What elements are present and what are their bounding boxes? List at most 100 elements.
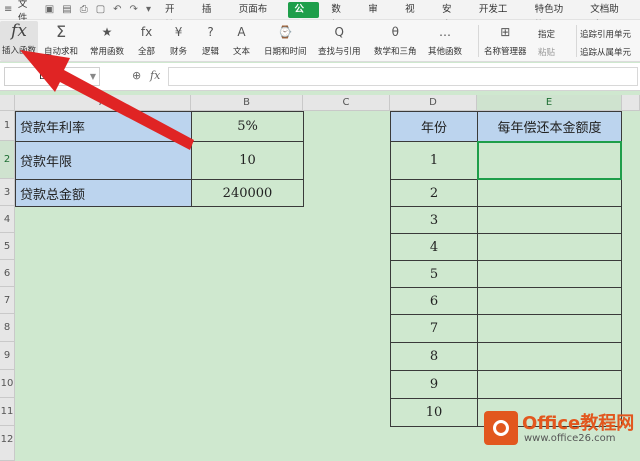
preview-icon[interactable]: ▢ — [96, 4, 105, 15]
yuan-icon: ¥ — [174, 25, 183, 39]
row-header[interactable]: 4 — [0, 206, 15, 233]
row-header[interactable]: 1 — [0, 111, 15, 141]
cell-e8[interactable] — [477, 314, 622, 343]
cell-d7[interactable]: 6 — [390, 287, 478, 315]
cell-d6[interactable]: 5 — [390, 260, 478, 288]
define-name-button[interactable]: 指定 — [538, 28, 555, 40]
cell-b2[interactable]: 10 — [191, 141, 304, 180]
undo-icon[interactable]: ↶ — [113, 4, 121, 15]
date-time-button[interactable]: ⌚ 日期和时间 — [264, 22, 307, 57]
tab-page-layout[interactable]: 页面布局 — [233, 2, 283, 31]
column-header-f[interactable] — [622, 95, 640, 111]
cell-a2[interactable]: 贷款年限 — [15, 141, 192, 180]
row-header[interactable]: 2 — [0, 141, 15, 179]
cell-b3[interactable]: 240000 — [191, 179, 304, 207]
row-header[interactable]: 3 — [0, 179, 15, 206]
chevron-down-icon[interactable]: ▼ — [90, 68, 96, 85]
tab-special[interactable]: 特色功能 — [529, 2, 579, 31]
tab-data[interactable]: 数据 — [325, 2, 356, 31]
column-header-e[interactable]: E — [477, 95, 622, 111]
cell-d4[interactable]: 3 — [390, 206, 478, 234]
date-time-label: 日期和时间 — [264, 47, 307, 57]
tab-doc-assistant[interactable]: 文档助手 — [584, 2, 634, 31]
question-icon: ? — [207, 25, 214, 39]
all-functions-button[interactable]: fx 全部 — [138, 22, 155, 57]
magnifier-icon[interactable]: ⊕ — [132, 69, 141, 82]
paste-name-button[interactable]: 粘贴 — [538, 46, 555, 58]
row-header[interactable]: 12 — [0, 426, 15, 461]
cell-d1[interactable]: 年份 — [390, 111, 478, 142]
tab-developer[interactable]: 开发工具 — [473, 2, 523, 31]
trace-precedents-button[interactable]: 追踪引用单元 — [580, 28, 631, 40]
row-header[interactable]: 6 — [0, 260, 15, 287]
cell-a1[interactable]: 贷款年利率 — [15, 111, 192, 142]
fx-icon[interactable]: fx — [150, 69, 160, 82]
cell-d8[interactable]: 7 — [390, 314, 478, 343]
select-all-corner[interactable] — [0, 95, 15, 111]
logical-button[interactable]: ? 逻辑 — [202, 22, 219, 57]
column-header-b[interactable]: B — [191, 95, 303, 111]
column-header-d[interactable]: D — [390, 95, 477, 111]
cell-d2[interactable]: 1 — [390, 141, 478, 180]
common-functions-label: 常用函数 — [90, 47, 125, 57]
name-box[interactable]: E2 ▼ — [4, 67, 100, 86]
formula-input[interactable] — [168, 67, 638, 86]
tab-security[interactable]: 安全 — [436, 2, 467, 31]
column-header-c[interactable]: C — [303, 95, 390, 111]
text-button[interactable]: A 文本 — [233, 22, 250, 57]
row-header[interactable]: 5 — [0, 233, 15, 260]
cell-e4[interactable] — [477, 206, 622, 234]
text-a-icon: A — [237, 25, 246, 39]
sigma-icon: Σ — [55, 22, 67, 41]
ribbon-divider — [478, 25, 479, 57]
name-manager-button[interactable]: ⊞ 名称管理器 — [484, 22, 527, 57]
insert-function-button[interactable]: fx 插入函数 — [0, 21, 38, 61]
ribbon-divider — [576, 25, 577, 57]
cell-d9[interactable]: 8 — [390, 342, 478, 371]
row-header[interactable]: 8 — [0, 314, 15, 342]
row-header[interactable]: 11 — [0, 398, 15, 426]
cell-e5[interactable] — [477, 233, 622, 261]
tab-home[interactable]: 开始 — [159, 2, 190, 31]
cell-e10[interactable] — [477, 370, 622, 399]
cell-d10[interactable]: 9 — [390, 370, 478, 399]
export-icon[interactable]: ▤ — [62, 4, 71, 15]
tab-review[interactable]: 审阅 — [362, 2, 393, 31]
autosum-button[interactable]: Σ 自动求和 — [44, 22, 78, 57]
menu-bar: ≡ 文件 ▣ ▤ ⎙ ▢ ↶ ↷ ▾ 开始 插入 页面布局 公式 数据 审阅 视… — [0, 0, 640, 31]
cell-a3[interactable]: 贷款总金额 — [15, 179, 192, 207]
logical-label: 逻辑 — [202, 47, 220, 57]
financial-button[interactable]: ¥ 财务 — [170, 22, 187, 57]
other-functions-button[interactable]: … 其他函数 — [428, 22, 462, 57]
theta-icon: θ — [391, 25, 399, 39]
star-icon: ★ — [101, 25, 113, 39]
tab-insert[interactable]: 插入 — [196, 2, 227, 31]
cell-e2-active[interactable] — [477, 141, 622, 180]
row-header[interactable]: 9 — [0, 342, 15, 370]
lookup-reference-button[interactable]: Q 查找与引用 — [318, 22, 361, 57]
cell-d3[interactable]: 2 — [390, 179, 478, 207]
tab-view[interactable]: 视图 — [399, 2, 430, 31]
save-icon[interactable]: ▣ — [45, 4, 54, 15]
math-trig-button[interactable]: θ 数学和三角 — [374, 22, 417, 57]
column-header-a[interactable]: A — [15, 95, 191, 111]
cell-e3[interactable] — [477, 179, 622, 207]
row-header[interactable]: 10 — [0, 370, 15, 398]
cell-e6[interactable] — [477, 260, 622, 288]
cell-e7[interactable] — [477, 287, 622, 315]
trace-dependents-button[interactable]: 追踪从属单元 — [580, 46, 631, 58]
cell-e1[interactable]: 每年偿还本金额度 — [477, 111, 622, 142]
redo-icon[interactable]: ↷ — [130, 4, 138, 15]
print-icon[interactable]: ⎙ — [80, 4, 88, 15]
common-functions-button[interactable]: ★ 常用函数 — [90, 22, 124, 57]
cell-d5[interactable]: 4 — [390, 233, 478, 261]
clock-icon: ⌚ — [277, 25, 293, 39]
tab-formulas[interactable]: 公式 — [288, 1, 320, 31]
more-icon[interactable]: ▾ — [146, 4, 151, 15]
formulas-ribbon: fx 插入函数 Σ 自动求和 ★ 常用函数 fx 全部 ¥ 财务 ? 逻辑 A … — [0, 20, 640, 62]
row-header[interactable]: 7 — [0, 287, 15, 314]
cell-d11[interactable]: 10 — [390, 398, 478, 427]
cell-e9[interactable] — [477, 342, 622, 371]
cell-b1[interactable]: 5% — [191, 111, 304, 142]
menu-icon[interactable]: ≡ — [4, 4, 14, 15]
